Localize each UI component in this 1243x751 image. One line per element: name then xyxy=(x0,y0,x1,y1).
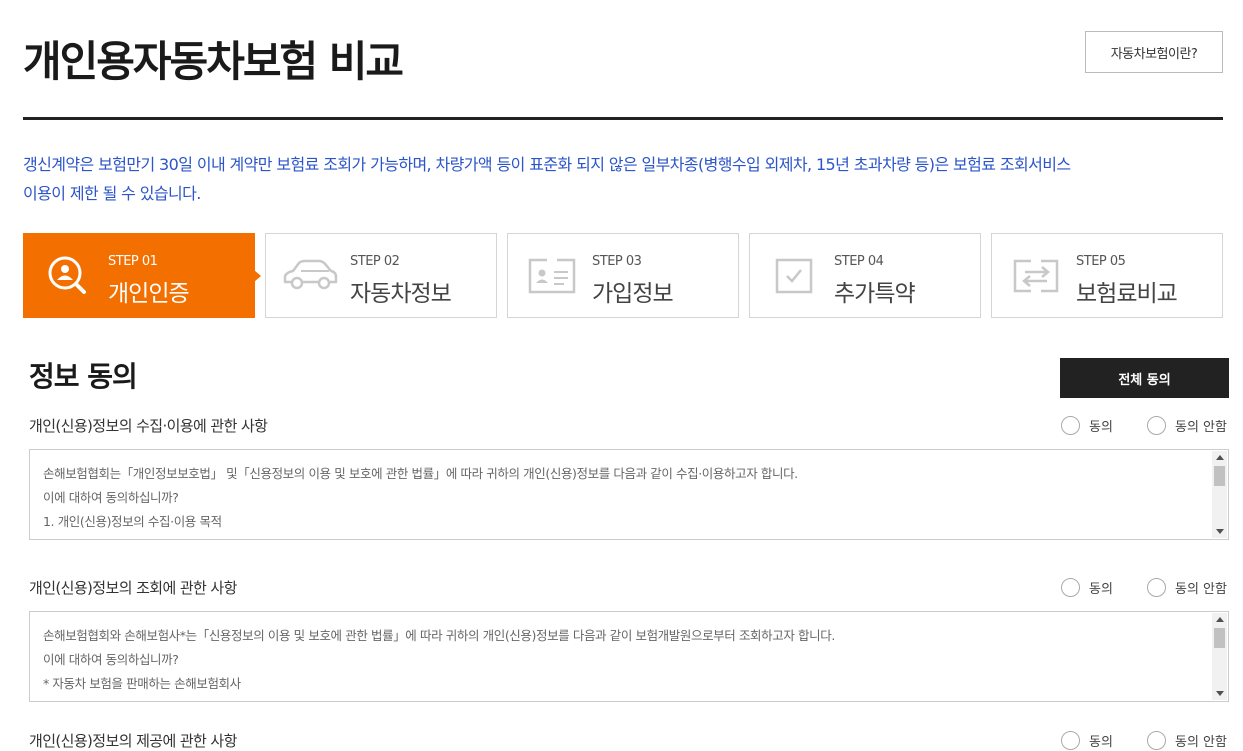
vertical-scrollbar[interactable] xyxy=(1212,613,1227,700)
scroll-down-icon[interactable] xyxy=(1216,529,1224,534)
term-line: 이에 대하여 동의하십니까? xyxy=(43,652,179,667)
disagree-label: 동의 안함 xyxy=(1175,420,1227,435)
radio-circle[interactable] xyxy=(1147,731,1166,750)
scroll-thumb[interactable] xyxy=(1214,466,1225,486)
step-name: 개인인증 xyxy=(108,281,190,307)
term-collection-use: 개인(신용)정보의 수집·이용에 관한 사항 동의 동의 안함 손해보험협회는「… xyxy=(29,413,1229,540)
term-line: 1. 개인(신용)정보의 수집·이용 목적 xyxy=(43,514,222,529)
step-name: 추가특약 xyxy=(834,281,916,307)
step-number: STEP 02 xyxy=(350,254,400,269)
term-line: 손해보험협회와 손해보험사*는「신용정보의 이용 및 보호에 관한 법률」에 따… xyxy=(43,628,835,643)
disagree-radio[interactable]: 동의 안함 xyxy=(1147,731,1227,750)
notice-text: 갱신계약은 보험만기 30일 이내 계약만 보험료 조회가 가능하며, 차량가액… xyxy=(23,150,1223,208)
agree-radio[interactable]: 동의 xyxy=(1061,416,1113,435)
scroll-up-icon[interactable] xyxy=(1216,617,1224,622)
term-inquiry: 개인(신용)정보의 조회에 관한 사항 동의 동의 안함 손해보험협회와 손해보… xyxy=(29,575,1229,702)
step-5: STEP 05 보험료비교 xyxy=(991,233,1223,318)
checkbox-icon xyxy=(764,248,824,304)
agree-radio[interactable]: 동의 xyxy=(1061,578,1113,597)
title-divider xyxy=(23,117,1223,120)
disagree-radio[interactable]: 동의 안함 xyxy=(1147,578,1227,597)
step-1: STEP 01 개인인증 xyxy=(23,233,261,318)
term-title: 개인(신용)정보의 제공에 관한 사항 xyxy=(29,732,237,750)
car-icon xyxy=(280,248,340,304)
term-content-box[interactable]: 손해보험협회는「개인정보보호법」 및「신용정보의 이용 및 보호에 관한 법률」… xyxy=(29,449,1229,540)
page-title: 개인용자동차보험 비교 xyxy=(23,37,404,86)
what-is-car-insurance-button[interactable]: 자동차보험이란? xyxy=(1085,31,1223,73)
agree-label: 동의 xyxy=(1089,735,1113,750)
scroll-up-icon[interactable] xyxy=(1216,455,1224,460)
term-line: 이에 대하여 동의하십니까? xyxy=(43,490,179,505)
term-provision: 개인(신용)정보의 제공에 관한 사항 동의 동의 안함 xyxy=(29,728,1229,751)
term-content-box[interactable]: 손해보험협회와 손해보험사*는「신용정보의 이용 및 보호에 관한 법률」에 따… xyxy=(29,611,1229,702)
radio-circle[interactable] xyxy=(1147,416,1166,435)
agree-radio[interactable]: 동의 xyxy=(1061,731,1113,750)
step-4: STEP 04 추가특약 xyxy=(749,233,981,318)
search-person-icon xyxy=(38,248,98,304)
step-name: 가입정보 xyxy=(592,281,674,307)
disagree-label: 동의 안함 xyxy=(1175,582,1227,597)
disagree-radio[interactable]: 동의 안함 xyxy=(1147,416,1227,435)
step-3: STEP 03 가입정보 xyxy=(507,233,739,318)
notice-line-2: 이용이 제한 될 수 있습니다. xyxy=(23,184,201,203)
disagree-label: 동의 안함 xyxy=(1175,735,1227,750)
id-card-icon xyxy=(522,248,582,304)
notice-line-1: 갱신계약은 보험만기 30일 이내 계약만 보험료 조회가 가능하며, 차량가액… xyxy=(23,155,1071,174)
agree-label: 동의 xyxy=(1089,582,1113,597)
exchange-icon xyxy=(1006,248,1066,304)
step-2: STEP 02 자동차정보 xyxy=(265,233,497,318)
step-progress: STEP 01 개인인증 STEP 02 자동차정보 STEP 03 가입정보 … xyxy=(23,233,1223,318)
term-title: 개인(신용)정보의 수집·이용에 관한 사항 xyxy=(29,417,268,435)
step-number: STEP 01 xyxy=(108,254,158,269)
step-number: STEP 03 xyxy=(592,254,642,269)
agree-all-button[interactable]: 전체 동의 xyxy=(1060,358,1229,398)
radio-circle[interactable] xyxy=(1147,578,1166,597)
radio-circle[interactable] xyxy=(1061,731,1080,750)
term-line: 손해보험협회는「개인정보보호법」 및「신용정보의 이용 및 보호에 관한 법률」… xyxy=(43,466,798,481)
term-line: * 자동차 보험을 판매하는 손해보험회사 xyxy=(43,676,241,691)
step-number: STEP 05 xyxy=(1076,254,1126,269)
agree-label: 동의 xyxy=(1089,420,1113,435)
vertical-scrollbar[interactable] xyxy=(1212,451,1227,538)
step-number: STEP 04 xyxy=(834,254,884,269)
step-name: 보험료비교 xyxy=(1076,281,1178,307)
radio-circle[interactable] xyxy=(1061,578,1080,597)
radio-circle[interactable] xyxy=(1061,416,1080,435)
scroll-thumb[interactable] xyxy=(1214,628,1225,648)
scroll-down-icon[interactable] xyxy=(1216,691,1224,696)
term-title: 개인(신용)정보의 조회에 관한 사항 xyxy=(29,579,237,597)
step-name: 자동차정보 xyxy=(350,281,452,307)
consent-section-title: 정보 동의 xyxy=(29,360,138,393)
